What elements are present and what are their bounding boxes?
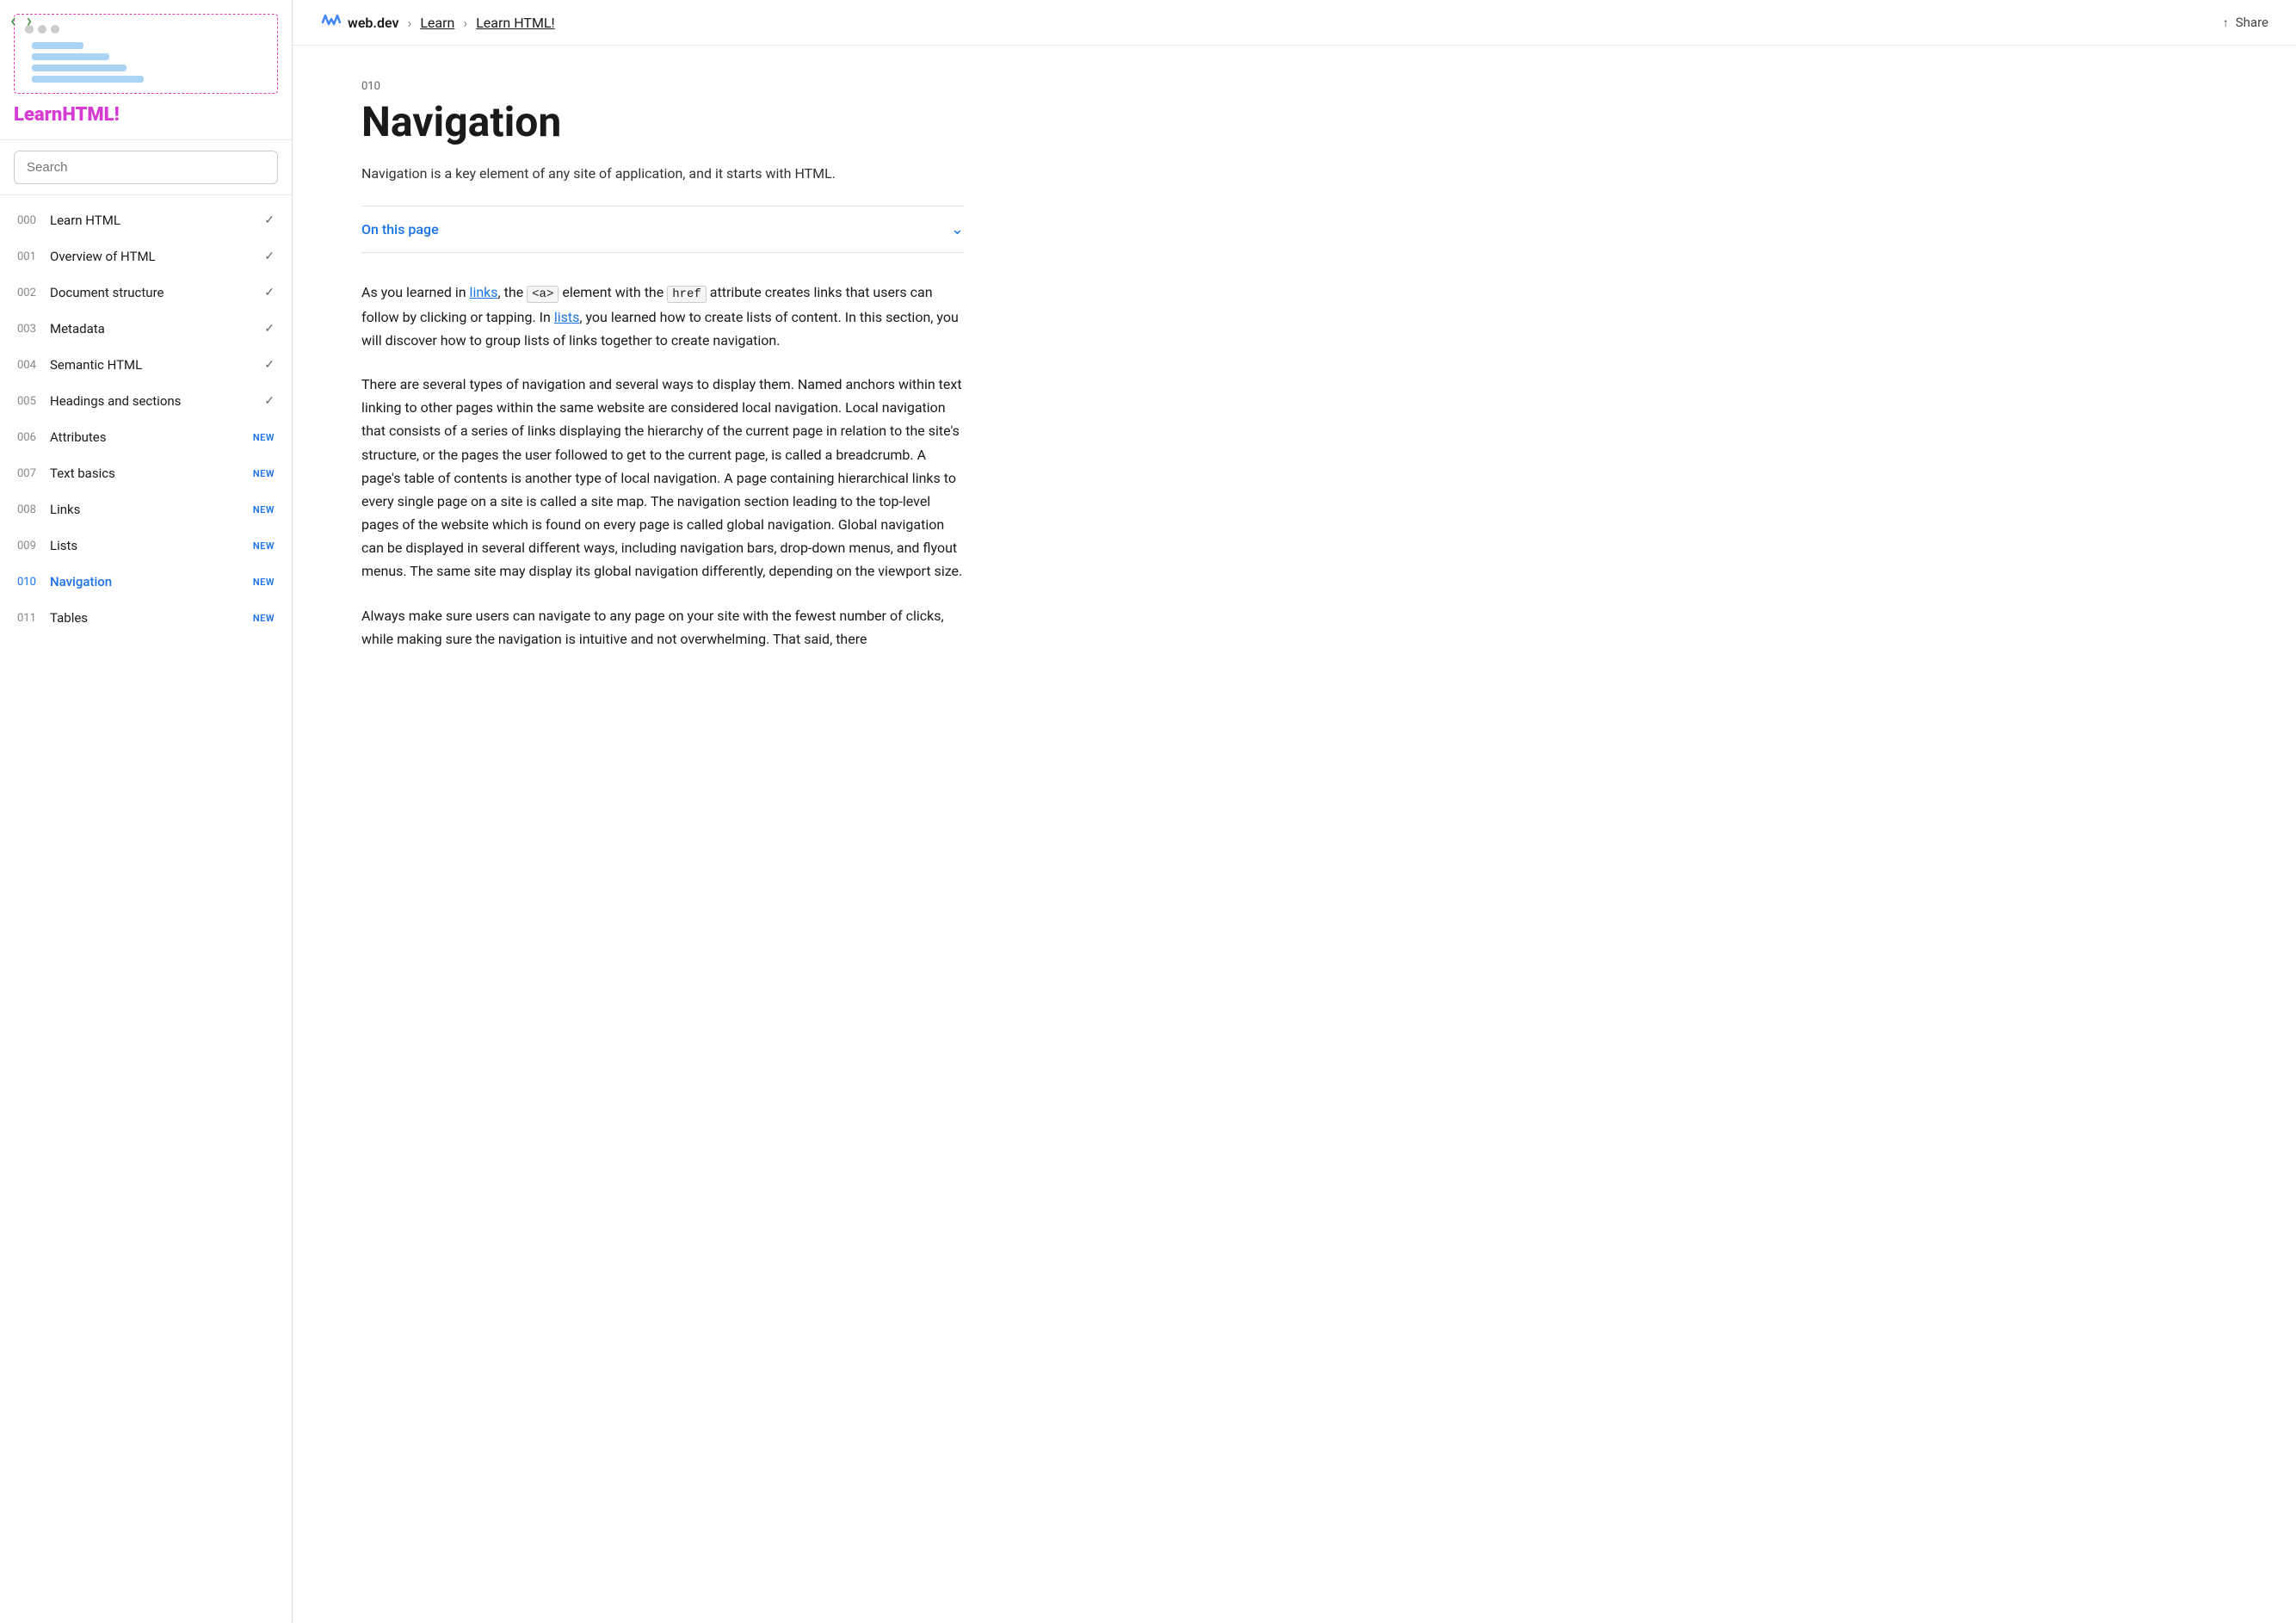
links-link[interactable]: links [470, 284, 498, 300]
nav-item-number-011: 011 [17, 612, 50, 625]
breadcrumb-current[interactable]: Learn HTML! [476, 15, 554, 31]
on-this-page-toggle[interactable]: On this page ⌄ [361, 206, 964, 253]
nav-item-label-009: Lists [50, 538, 253, 553]
breadcrumb-learn[interactable]: Learn [420, 15, 454, 31]
page-subtitle: Navigation is a key element of any site … [361, 163, 964, 185]
new-badge-007: NEW [253, 468, 275, 479]
page-title: Navigation [361, 98, 964, 145]
site-logo[interactable]: web.dev [320, 12, 399, 33]
sidebar-item-002[interactable]: 002Document structure✓ [0, 275, 292, 311]
sidebar-item-011[interactable]: 011TablesNEW [0, 600, 292, 636]
nav-item-number-004: 004 [17, 359, 50, 372]
sidebar-item-007[interactable]: 007Text basicsNEW [0, 455, 292, 491]
dot-3 [51, 25, 59, 34]
search-input[interactable] [14, 151, 278, 184]
new-badge-011: NEW [253, 613, 275, 624]
breadcrumb-sep-2: › [463, 15, 467, 31]
nav-item-label-000: Learn HTML [50, 213, 264, 228]
nav-item-number-000: 000 [17, 214, 50, 227]
sidebar-logo-area: LearnHTML! [0, 0, 292, 140]
nav-item-label-002: Document structure [50, 285, 264, 300]
check-icon-003: ✓ [264, 322, 275, 336]
check-icon-005: ✓ [264, 394, 275, 408]
new-badge-008: NEW [253, 504, 275, 515]
sidebar-item-004[interactable]: 004Semantic HTML✓ [0, 347, 292, 383]
on-this-page-label: On this page [361, 221, 439, 238]
nav-item-label-008: Links [50, 502, 253, 517]
webdev-logo-icon [320, 12, 341, 33]
share-label: Share [2236, 15, 2268, 30]
main-content: web.dev › Learn › Learn HTML! ↑ Share 01… [293, 0, 2296, 1623]
dot-2 [38, 25, 46, 34]
sidebar-nav-list: 000Learn HTML✓001Overview of HTML✓002Doc… [0, 195, 292, 643]
nav-item-number-003: 003 [17, 323, 50, 336]
site-name: web.dev [348, 15, 399, 31]
nav-item-label-004: Semantic HTML [50, 357, 264, 373]
sidebar-item-010[interactable]: 010NavigationNEW [0, 564, 292, 600]
logo-html: HTML! [62, 104, 119, 126]
share-button[interactable]: ↑ Share [2223, 15, 2268, 30]
browser-nav-buttons: ‹ › [10, 12, 32, 31]
new-badge-009: NEW [253, 540, 275, 552]
back-button[interactable]: ‹ [10, 12, 16, 31]
browser-preview [14, 14, 278, 94]
nav-item-number-007: 007 [17, 467, 50, 480]
sidebar-item-006[interactable]: 006AttributesNEW [0, 419, 292, 455]
lesson-number: 010 [361, 80, 964, 93]
href-attr-code: href [667, 286, 707, 303]
nav-item-label-001: Overview of HTML [50, 249, 264, 264]
body-paragraph-2: There are several types of navigation an… [361, 373, 964, 583]
breadcrumb-sep-1: › [408, 15, 412, 31]
nav-item-label-003: Metadata [50, 321, 264, 336]
preview-line-1 [32, 42, 83, 49]
sidebar-item-009[interactable]: 009ListsNEW [0, 528, 292, 564]
nav-item-number-002: 002 [17, 287, 50, 299]
preview-line-4 [32, 76, 144, 83]
sidebar-item-008[interactable]: 008LinksNEW [0, 491, 292, 528]
nav-item-number-006: 006 [17, 431, 50, 444]
nav-item-number-009: 009 [17, 540, 50, 552]
logo-learn: Learn [14, 104, 62, 126]
check-icon-004: ✓ [264, 358, 275, 372]
body-paragraph-3: Always make sure users can navigate to a… [361, 604, 964, 651]
nav-item-label-005: Headings and sections [50, 393, 264, 409]
sidebar-title: LearnHTML! [14, 94, 278, 133]
nav-item-label-010: Navigation [50, 574, 253, 589]
new-badge-010: NEW [253, 577, 275, 588]
a-tag-code: <a> [527, 286, 559, 303]
nav-item-number-010: 010 [17, 576, 50, 589]
preview-line-2 [32, 53, 109, 60]
new-badge-006: NEW [253, 432, 275, 443]
lists-link[interactable]: lists [554, 309, 580, 325]
search-area [0, 140, 292, 195]
top-nav: web.dev › Learn › Learn HTML! ↑ Share [293, 0, 2296, 46]
nav-item-label-011: Tables [50, 610, 253, 626]
nav-item-label-007: Text basics [50, 466, 253, 481]
share-icon: ↑ [2223, 15, 2229, 30]
browser-dots [25, 25, 267, 34]
sidebar: ‹ › LearnHTML! 000Learn HTML✓001Ove [0, 0, 293, 1623]
nav-item-number-001: 001 [17, 250, 50, 263]
check-icon-000: ✓ [264, 213, 275, 227]
sidebar-item-003[interactable]: 003Metadata✓ [0, 311, 292, 347]
forward-button[interactable]: › [27, 12, 33, 31]
check-icon-002: ✓ [264, 286, 275, 299]
check-icon-001: ✓ [264, 250, 275, 263]
nav-item-number-005: 005 [17, 395, 50, 408]
sidebar-item-000[interactable]: 000Learn HTML✓ [0, 202, 292, 238]
content-area: 010 Navigation Navigation is a key eleme… [293, 46, 1033, 723]
nav-item-number-008: 008 [17, 503, 50, 516]
chevron-down-icon: ⌄ [951, 220, 964, 238]
browser-content-preview [25, 42, 267, 83]
preview-line-3 [32, 65, 127, 71]
sidebar-item-001[interactable]: 001Overview of HTML✓ [0, 238, 292, 275]
nav-item-label-006: Attributes [50, 429, 253, 445]
sidebar-item-005[interactable]: 005Headings and sections✓ [0, 383, 292, 419]
body-paragraph-1: As you learned in links, the <a> element… [361, 281, 964, 352]
